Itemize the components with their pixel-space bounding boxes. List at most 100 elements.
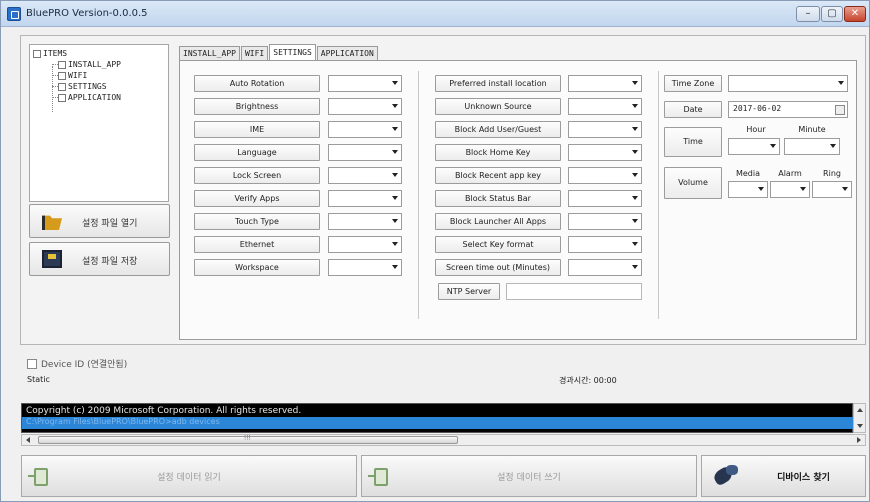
open-config-button[interactable]: 설정 파일 열기	[29, 204, 170, 238]
console-vertical-scrollbar[interactable]	[853, 403, 866, 433]
tree-checkbox[interactable]	[58, 71, 66, 80]
brightness-button[interactable]: Brightness	[194, 98, 320, 115]
block-recent-app-key-combo[interactable]	[568, 167, 642, 184]
column-divider	[418, 71, 419, 319]
lock-screen-combo[interactable]	[328, 167, 402, 184]
block-home-key-button[interactable]: Block Home Key	[435, 144, 561, 161]
dropdown-arrow-icon	[392, 104, 398, 108]
tree-label: APPLICATION	[68, 93, 121, 102]
block-add-user-combo[interactable]	[568, 121, 642, 138]
workspace-combo[interactable]	[328, 259, 402, 276]
preferred-install-location-combo[interactable]	[568, 75, 642, 92]
language-combo[interactable]	[328, 144, 402, 161]
unknown-source-combo[interactable]	[568, 98, 642, 115]
minimize-button[interactable]: –	[796, 6, 820, 22]
console-output[interactable]: Copyright (c) 2009 Microsoft Corporation…	[21, 403, 854, 433]
alarm-volume-combo[interactable]	[770, 181, 810, 198]
calendar-icon[interactable]	[835, 105, 845, 115]
screen-timeout-button[interactable]: Screen time out (Minutes)	[435, 259, 561, 276]
dropdown-arrow-icon	[800, 187, 806, 191]
volume-button[interactable]: Volume	[664, 167, 722, 199]
tree-item-install-app[interactable]: INSTALL_APP	[58, 59, 121, 70]
time-zone-button[interactable]: Time Zone	[664, 75, 722, 92]
tab-application[interactable]: APPLICATION	[316, 46, 378, 60]
write-config-data-button[interactable]: 설정 데이터 쓰기	[361, 455, 697, 497]
dropdown-arrow-icon	[632, 150, 638, 154]
save-config-button[interactable]: 설정 파일 저장	[29, 242, 170, 276]
read-config-data-label: 설정 데이터 읽기	[157, 473, 221, 483]
scroll-thumb[interactable]: ⁝⁝⁝	[38, 434, 458, 444]
dropdown-arrow-icon	[830, 144, 836, 148]
tab-install-app[interactable]: INSTALL_APP	[179, 46, 240, 60]
time-zone-combo[interactable]	[728, 75, 848, 92]
tree-checkbox[interactable]	[58, 60, 66, 69]
tab-wifi[interactable]: WIFI	[240, 46, 269, 60]
unknown-source-button[interactable]: Unknown Source	[435, 98, 561, 115]
date-button[interactable]: Date	[664, 101, 722, 118]
elapsed-time: 경과시간: 00:00	[559, 376, 617, 385]
device-id-checkbox[interactable]: Device ID (연결안됨)	[27, 357, 127, 370]
date-picker[interactable]: 2017-06-02	[728, 101, 848, 118]
auto-rotation-combo[interactable]	[328, 75, 402, 92]
select-key-format-button[interactable]: Select Key format	[435, 236, 561, 253]
console-line: Copyright (c) 2009 Microsoft Corporation…	[26, 406, 302, 416]
auto-rotation-button[interactable]: Auto Rotation	[194, 75, 320, 92]
block-add-user-button[interactable]: Block Add User/Guest	[435, 121, 561, 138]
date-value: 2017-06-02	[733, 104, 782, 113]
static-label: Static	[27, 375, 50, 384]
hour-label: Hour	[746, 125, 766, 134]
block-home-key-combo[interactable]	[568, 144, 642, 161]
time-button[interactable]: Time	[664, 127, 722, 157]
console-horizontal-scrollbar[interactable]: ⁝⁝⁝	[21, 434, 866, 446]
minute-combo[interactable]	[784, 138, 840, 155]
scroll-right-icon[interactable]	[857, 437, 861, 443]
scroll-left-icon[interactable]	[26, 437, 30, 443]
touch-type-button[interactable]: Touch Type	[194, 213, 320, 230]
alarm-label: Alarm	[778, 169, 802, 178]
preferred-install-location-button[interactable]: Preferred install location	[435, 75, 561, 92]
tree-item-root[interactable]: ITEMS	[33, 48, 67, 59]
verify-apps-button[interactable]: Verify Apps	[194, 190, 320, 207]
maximize-button[interactable]: ▢	[821, 6, 843, 22]
brightness-combo[interactable]	[328, 98, 402, 115]
checkbox[interactable]	[27, 358, 37, 369]
close-button[interactable]: ✕	[844, 6, 866, 22]
ethernet-button[interactable]: Ethernet	[194, 236, 320, 253]
ntp-server-button[interactable]: NTP Server	[438, 283, 500, 300]
ring-volume-combo[interactable]	[812, 181, 852, 198]
lock-screen-button[interactable]: Lock Screen	[194, 167, 320, 184]
tree-item-wifi[interactable]: WIFI	[58, 70, 87, 81]
ime-combo[interactable]	[328, 121, 402, 138]
app-window: BluePRO Version-0.0.0.5 – ▢ ✕ ITEMS INST…	[0, 0, 870, 502]
scroll-up-icon[interactable]	[857, 408, 863, 412]
scroll-down-icon[interactable]	[857, 424, 863, 428]
block-recent-app-key-button[interactable]: Block Recent app key	[435, 167, 561, 184]
block-status-bar-combo[interactable]	[568, 190, 642, 207]
tree-label: INSTALL_APP	[68, 60, 121, 69]
title-bar[interactable]: BluePRO Version-0.0.0.5 – ▢ ✕	[1, 1, 869, 27]
tree-checkbox[interactable]	[58, 82, 66, 91]
block-launcher-all-apps-combo[interactable]	[568, 213, 642, 230]
console-selected-line: C:\Program Files\BluePRO\BluePRO>adb dev…	[22, 417, 854, 429]
hour-combo[interactable]	[728, 138, 780, 155]
workspace-button[interactable]: Workspace	[194, 259, 320, 276]
tab-settings[interactable]: SETTINGS	[269, 44, 316, 60]
screen-timeout-combo[interactable]	[568, 259, 642, 276]
tree-item-settings[interactable]: SETTINGS	[58, 81, 107, 92]
tree-checkbox[interactable]	[33, 49, 41, 58]
touch-type-combo[interactable]	[328, 213, 402, 230]
ethernet-combo[interactable]	[328, 236, 402, 253]
tree-checkbox[interactable]	[58, 93, 66, 102]
ntp-server-input[interactable]	[506, 283, 642, 300]
block-launcher-all-apps-button[interactable]: Block Launcher All Apps	[435, 213, 561, 230]
dropdown-arrow-icon	[392, 196, 398, 200]
language-button[interactable]: Language	[194, 144, 320, 161]
tree-item-application[interactable]: APPLICATION	[58, 92, 121, 103]
find-device-button[interactable]: 디바이스 찾기	[701, 455, 866, 497]
ime-button[interactable]: IME	[194, 121, 320, 138]
media-volume-combo[interactable]	[728, 181, 768, 198]
read-config-data-button[interactable]: 설정 데이터 읽기	[21, 455, 357, 497]
select-key-format-combo[interactable]	[568, 236, 642, 253]
verify-apps-combo[interactable]	[328, 190, 402, 207]
block-status-bar-button[interactable]: Block Status Bar	[435, 190, 561, 207]
